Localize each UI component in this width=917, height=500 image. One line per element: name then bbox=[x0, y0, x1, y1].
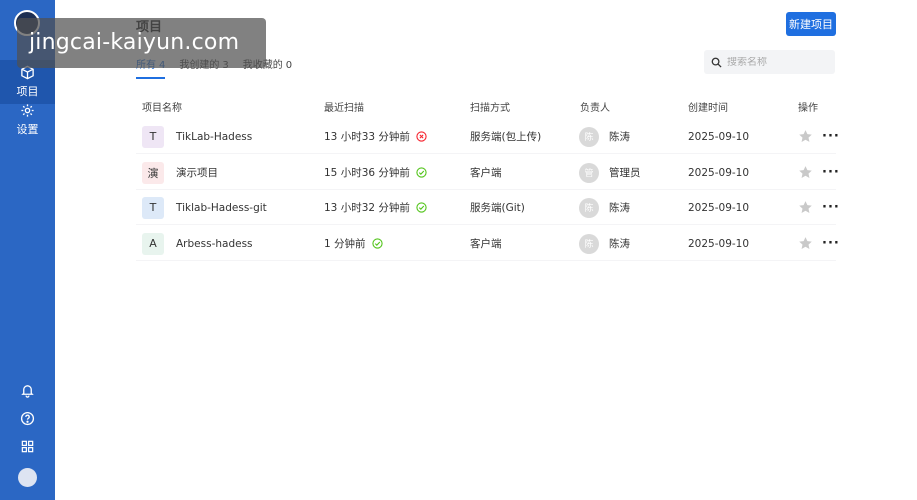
help-icon bbox=[20, 411, 35, 426]
star-icon[interactable] bbox=[798, 200, 813, 215]
scan-method: 客户端 bbox=[470, 238, 502, 250]
owner-cell: 管管理员 bbox=[579, 155, 641, 190]
new-project-button[interactable]: 新建项目 bbox=[786, 12, 836, 36]
table-header: 项目名称 最近扫描 扫描方式 负责人 创建时间 操作 bbox=[0, 99, 917, 114]
created-date: 2025-09-10 bbox=[688, 130, 750, 143]
error-status-icon bbox=[416, 131, 427, 142]
actions-cell: ··· bbox=[798, 155, 840, 190]
last-scan-time: 1 分钟前 bbox=[324, 238, 366, 250]
search-box bbox=[704, 50, 835, 74]
project-name[interactable]: TikLab-Hadess bbox=[176, 131, 252, 143]
star-icon[interactable] bbox=[798, 129, 813, 144]
last-scan-time: 13 小时33 分钟前 bbox=[324, 131, 410, 143]
more-actions-button[interactable]: ··· bbox=[822, 236, 840, 251]
owner-avatar: 管 bbox=[579, 162, 599, 183]
last-scan-cell: 1 分钟前 bbox=[324, 226, 383, 261]
project-name-cell[interactable]: T Tiklab-Hadess-git bbox=[142, 190, 267, 225]
table-row[interactable]: T TikLab-Hadess 13 小时33 分钟前 服务端(包上传) 陈陈涛 2025… bbox=[136, 119, 839, 154]
owner-name: 陈涛 bbox=[609, 131, 630, 143]
last-scan-cell: 13 小时32 分钟前 bbox=[324, 190, 427, 225]
success-status-icon bbox=[416, 167, 427, 178]
header-owner: 负责人 bbox=[580, 103, 610, 114]
owner-name: 陈涛 bbox=[609, 238, 630, 250]
table-row[interactable]: A Arbess-hadess 1 分钟前 客户端 陈陈涛 2025-09-10 ··· bbox=[136, 226, 839, 261]
header-project-name: 项目名称 bbox=[142, 103, 182, 114]
table-row[interactable]: T Tiklab-Hadess-git 13 小时32 分钟前 服务端(Git) 陈陈涛… bbox=[136, 190, 839, 225]
owner-avatar: 陈 bbox=[579, 126, 599, 147]
scan-method-cell: 服务端(Git) bbox=[470, 190, 525, 225]
search-icon bbox=[711, 57, 722, 68]
table-row[interactable]: 演演示项目 15 小时36 分钟前 客户端 管管理员 2025-09-10 ··· bbox=[136, 155, 839, 190]
more-actions-button[interactable]: ··· bbox=[822, 165, 840, 180]
created-time-cell: 2025-09-10 bbox=[688, 190, 749, 225]
scan-method: 服务端(包上传) bbox=[470, 131, 542, 143]
created-time-cell: 2025-09-10 bbox=[688, 226, 749, 261]
owner-avatar: 陈 bbox=[579, 233, 599, 254]
project-name-cell[interactable]: A Arbess-hadess bbox=[142, 226, 253, 261]
scan-method: 服务端(Git) bbox=[470, 202, 525, 214]
star-icon[interactable] bbox=[798, 236, 813, 251]
tab-count: 0 bbox=[285, 60, 293, 71]
scan-method-cell: 服务端(包上传) bbox=[470, 119, 541, 154]
success-status-icon bbox=[371, 238, 383, 249]
owner-name: 管理员 bbox=[609, 167, 641, 179]
project-name[interactable]: 演示项目 bbox=[176, 165, 218, 180]
created-date: 2025-09-10 bbox=[688, 237, 750, 250]
more-actions-button[interactable]: ··· bbox=[822, 200, 840, 215]
scan-method: 客户端 bbox=[470, 167, 502, 179]
sidebar-item-label: 设置 bbox=[16, 123, 39, 136]
last-scan-time: 15 小时36 分钟前 bbox=[324, 167, 410, 179]
star-icon[interactable] bbox=[798, 165, 813, 180]
sidebar: 项目 设置 bbox=[0, 0, 55, 500]
project-icon: A bbox=[142, 232, 164, 255]
project-name[interactable]: Tiklab-Hadess-git bbox=[176, 202, 267, 214]
notification-button[interactable] bbox=[19, 382, 36, 399]
last-scan-cell: 13 小时33 分钟前 bbox=[324, 119, 427, 154]
last-scan-time: 13 小时32 分钟前 bbox=[324, 202, 410, 214]
owner-name: 陈涛 bbox=[609, 202, 630, 214]
apps-grid-icon bbox=[21, 440, 34, 453]
help-button[interactable] bbox=[19, 410, 36, 427]
header-scan-method: 扫描方式 bbox=[470, 103, 510, 114]
created-time-cell: 2025-09-10 bbox=[688, 155, 749, 190]
project-icon: T bbox=[142, 196, 164, 219]
more-actions-button[interactable]: ··· bbox=[822, 129, 840, 144]
actions-cell: ··· bbox=[798, 226, 840, 261]
sidebar-item-label: 项目 bbox=[16, 85, 39, 98]
created-time-cell: 2025-09-10 bbox=[688, 119, 749, 154]
actions-cell: ··· bbox=[798, 190, 840, 225]
header-actions: 操作 bbox=[798, 103, 818, 114]
owner-avatar: 陈 bbox=[579, 197, 599, 218]
owner-cell: 陈陈涛 bbox=[579, 226, 630, 261]
search-input[interactable] bbox=[727, 56, 827, 68]
user-avatar[interactable] bbox=[18, 468, 37, 487]
scan-method-cell: 客户端 bbox=[470, 226, 502, 261]
header-created-time: 创建时间 bbox=[688, 103, 728, 114]
actions-cell: ··· bbox=[798, 119, 840, 154]
created-date: 2025-09-10 bbox=[688, 201, 750, 214]
owner-cell: 陈陈涛 bbox=[579, 119, 630, 154]
success-status-icon bbox=[416, 202, 427, 213]
bell-icon bbox=[21, 385, 34, 398]
watermark-banner: jingcai-kaiyun.com bbox=[17, 18, 266, 68]
project-icon: T bbox=[142, 125, 164, 148]
owner-cell: 陈陈涛 bbox=[579, 190, 630, 225]
apps-button[interactable] bbox=[19, 438, 36, 455]
project-name-cell[interactable]: 演演示项目 bbox=[142, 155, 218, 190]
header-last-scan: 最近扫描 bbox=[324, 103, 364, 114]
project-name[interactable]: Arbess-hadess bbox=[176, 238, 253, 250]
project-icon: 演 bbox=[142, 161, 164, 184]
created-date: 2025-09-10 bbox=[688, 166, 750, 179]
project-name-cell[interactable]: T TikLab-Hadess bbox=[142, 119, 252, 154]
last-scan-cell: 15 小时36 分钟前 bbox=[324, 155, 427, 190]
scan-method-cell: 客户端 bbox=[470, 155, 502, 190]
